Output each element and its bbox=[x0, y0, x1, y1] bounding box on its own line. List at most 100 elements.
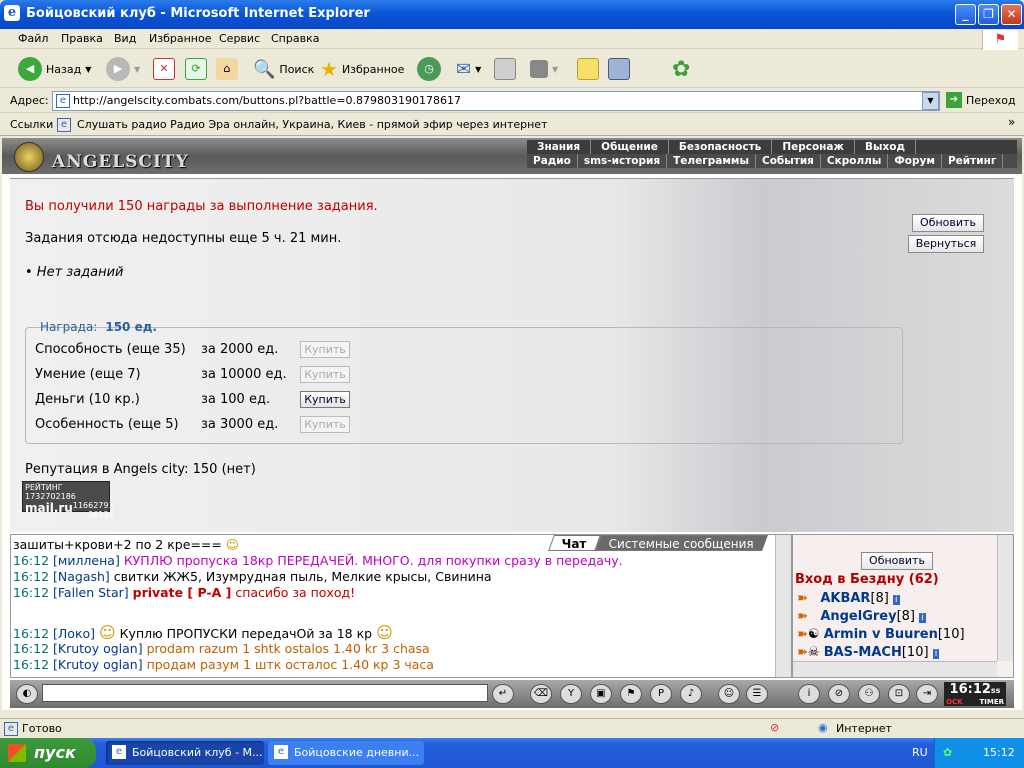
ie-icon: e bbox=[274, 745, 288, 759]
dropdown-arrow-icon[interactable]: ▼ bbox=[85, 65, 91, 74]
info-button-icon[interactable]: i bbox=[798, 684, 820, 704]
menu-view[interactable]: Вид bbox=[114, 32, 136, 45]
nav-forum[interactable]: Форум bbox=[888, 154, 942, 168]
scroll-icon[interactable]: ⊘ bbox=[828, 684, 850, 704]
menu-tools[interactable]: Сервис bbox=[219, 32, 260, 45]
minimize-button[interactable]: _ bbox=[955, 4, 976, 25]
chat-nick[interactable]: [Локо] bbox=[53, 626, 95, 641]
close-button[interactable]: ✕ bbox=[1001, 4, 1022, 25]
link-radio[interactable]: Слушать радио Радио Эра онлайн, Украина,… bbox=[77, 118, 547, 131]
chat-scrollbar[interactable] bbox=[775, 535, 791, 677]
favorites-button[interactable]: ★ Избранное bbox=[320, 55, 404, 83]
smiley-icon[interactable]: ☺ bbox=[718, 684, 740, 704]
music-icon[interactable]: ♪ bbox=[680, 684, 702, 704]
chat-nick[interactable]: [миллена] bbox=[53, 553, 120, 568]
chat-nick[interactable]: [Fallen Star] bbox=[53, 585, 129, 600]
players-scrollbar[interactable] bbox=[997, 535, 1013, 661]
chat-input[interactable] bbox=[42, 684, 488, 702]
refresh-button[interactable]: Обновить bbox=[912, 214, 984, 232]
language-indicator[interactable]: RU bbox=[912, 746, 928, 759]
player-item[interactable]: ➽☯ Armin v Buuren[10] bbox=[797, 627, 965, 642]
menubar: Файл Правка Вид Избранное Сервис Справка… bbox=[0, 29, 1024, 50]
mail-button[interactable]: ✉ ▼ bbox=[456, 55, 481, 83]
nav-radio[interactable]: Радио bbox=[527, 154, 578, 168]
go-button[interactable]: ➔ Переход bbox=[946, 92, 1016, 108]
nav-telegrams[interactable]: Телеграммы bbox=[667, 154, 756, 168]
counter-bottom: mail.ru 11662793 36134 bbox=[25, 501, 114, 519]
clear-icon[interactable]: ☰ bbox=[746, 684, 768, 704]
info-icon[interactable]: i bbox=[932, 649, 940, 659]
start-button[interactable]: пуск bbox=[0, 738, 96, 768]
dropdown-arrow-icon[interactable]: ▼ bbox=[475, 65, 481, 74]
info-icon[interactable]: i bbox=[893, 595, 900, 605]
history-button[interactable]: ◷ bbox=[417, 55, 441, 83]
save-icon[interactable]: ▣ bbox=[590, 684, 612, 704]
dropdown-arrow-icon[interactable]: ▼ bbox=[134, 65, 140, 74]
exit-icon[interactable]: ⇥ bbox=[916, 684, 938, 704]
player-item[interactable]: ➽ AKBAR[8] i bbox=[797, 591, 900, 606]
nav-security[interactable]: Безопасность bbox=[669, 140, 773, 154]
menu-help[interactable]: Справка bbox=[271, 32, 319, 45]
chat-nick[interactable]: [Krutoy oglan] bbox=[53, 641, 143, 656]
row-name: Способность (еще 35) bbox=[35, 342, 186, 357]
forward-button[interactable]: ▶ ▼ bbox=[106, 55, 140, 83]
dropdown-arrow-icon[interactable]: ▼ bbox=[552, 65, 558, 74]
tab-system-messages[interactable]: Системные сообщения bbox=[594, 535, 768, 551]
group-icon[interactable]: ⚇ bbox=[858, 684, 880, 704]
maximize-button[interactable]: ❐ bbox=[978, 4, 999, 25]
smiley-icon: ☺ bbox=[225, 537, 239, 552]
mailru-counter[interactable]: РЕЙТИНГ 1732702186 mail.ru 11662793 36134 bbox=[22, 481, 114, 519]
icq-button[interactable]: ✿ bbox=[672, 55, 690, 83]
smiley-icon: ☺ bbox=[376, 623, 393, 642]
task-item-combats[interactable]: e Бойцовский клуб - М... bbox=[106, 741, 264, 765]
buy-skill-button[interactable]: Купить bbox=[300, 366, 350, 383]
nav-scrolls[interactable]: Скроллы bbox=[821, 154, 889, 168]
nav-character[interactable]: Персонаж bbox=[772, 140, 855, 154]
menu-favorites[interactable]: Избранное bbox=[149, 32, 211, 45]
refresh-button[interactable]: ⟳ bbox=[185, 55, 207, 83]
chat-nick[interactable]: [Nagash] bbox=[53, 569, 110, 584]
back-button[interactable]: ◀ Назад ▼ bbox=[18, 55, 91, 83]
runner-icon[interactable]: ⚑ bbox=[620, 684, 642, 704]
nav-communication[interactable]: Общение bbox=[591, 140, 669, 154]
research-button[interactable] bbox=[608, 55, 630, 83]
nav-knowledge[interactable]: Знания bbox=[527, 140, 592, 154]
player-item[interactable]: ➽☠ BAS-MACH[10] i bbox=[797, 645, 940, 660]
lock-icon[interactable]: ⊡ bbox=[888, 684, 910, 704]
chevron-right-icon[interactable]: » bbox=[1008, 115, 1015, 129]
filter-icon[interactable]: Y bbox=[560, 684, 582, 704]
buy-money-button[interactable]: Купить bbox=[300, 391, 350, 408]
eraser-icon[interactable]: ⌫ bbox=[530, 684, 552, 704]
address-dropdown-icon[interactable]: ▼ bbox=[922, 92, 939, 110]
nav-events[interactable]: События bbox=[756, 154, 821, 168]
private-icon[interactable]: P bbox=[650, 684, 672, 704]
players-refresh-button[interactable]: Обновить bbox=[861, 552, 933, 570]
print-button[interactable] bbox=[494, 55, 516, 83]
buy-feature-button[interactable]: Купить bbox=[300, 416, 350, 433]
home-button[interactable]: ⌂ bbox=[216, 55, 238, 83]
row-price: за 3000 ед. bbox=[201, 417, 279, 432]
info-icon[interactable]: i bbox=[919, 613, 926, 623]
chat-nick[interactable]: [Krutoy oglan] bbox=[53, 657, 143, 672]
speaker-icon[interactable]: ◐ bbox=[16, 684, 38, 704]
send-icon[interactable]: ↵ bbox=[492, 684, 514, 704]
discuss-button[interactable] bbox=[577, 55, 599, 83]
nav-exit[interactable]: Выход bbox=[855, 140, 916, 154]
player-item[interactable]: ➽ AngelGrey[8] i bbox=[797, 609, 926, 624]
icq-tray-icon[interactable]: ✿ bbox=[943, 738, 952, 768]
players-hscrollbar[interactable] bbox=[793, 661, 997, 677]
popup-blocked-icon[interactable]: ⊘ bbox=[770, 721, 779, 734]
menu-file[interactable]: Файл bbox=[18, 32, 48, 45]
nav-sms-history[interactable]: sms-история bbox=[578, 154, 668, 168]
nav-rating[interactable]: Рейтинг bbox=[942, 154, 1004, 168]
return-button[interactable]: Вернуться bbox=[908, 235, 984, 253]
tab-chat[interactable]: Чат bbox=[548, 535, 601, 551]
task-item-diaries[interactable]: e Бойцовские дневни... bbox=[268, 741, 424, 765]
buy-ability-button[interactable]: Купить bbox=[300, 341, 350, 358]
stop-button[interactable]: ✕ bbox=[153, 55, 175, 83]
address-input[interactable]: e http://angelscity.combats.com/buttons.… bbox=[52, 91, 940, 111]
search-button[interactable]: 🔍 Поиск bbox=[253, 55, 314, 83]
menu-edit[interactable]: Правка bbox=[61, 32, 103, 45]
chat-time: 16:12 bbox=[13, 657, 50, 672]
edit-button[interactable]: ▼ bbox=[530, 55, 558, 83]
